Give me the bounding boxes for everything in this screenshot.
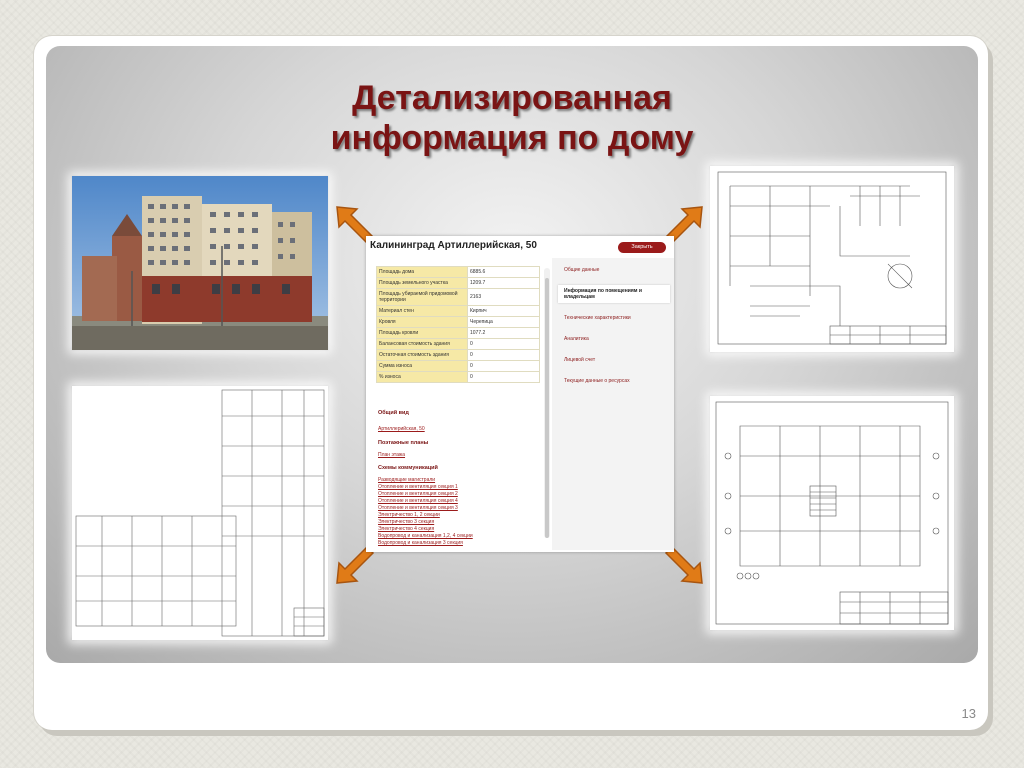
table-row: Кровля Черепица (376, 316, 540, 328)
blueprint-top-right (710, 166, 954, 352)
nav-item-rooms-owners[interactable]: Информация по помещениям и владельцам (558, 285, 670, 303)
content-scrollbar[interactable] (544, 268, 550, 538)
table-row: Площадь земельного участка 1209.7 (376, 277, 540, 289)
communications-link[interactable]: Водопровод и канализация 3 секция (378, 540, 463, 546)
communications-link[interactable]: Отопление и вентиляция секция 3 (378, 505, 458, 511)
general-view-heading: Общий вид (378, 410, 409, 416)
nav-item-general[interactable]: Общие данные (558, 264, 670, 276)
scrollbar-thumb[interactable] (545, 278, 549, 538)
nav-item-account[interactable]: Лицевой счет (558, 354, 670, 366)
general-view-link[interactable]: Артиллерийская, 50 (378, 426, 425, 432)
communications-link[interactable]: Электричество 1, 2 секции (378, 512, 440, 518)
communications-link[interactable]: Отопление и вентиляция секция 1 (378, 484, 458, 490)
communications-link[interactable]: Отопление и вентиляция секция 4 (378, 498, 458, 504)
table-row: % износа 0 (376, 371, 540, 383)
nav-item-analytics[interactable]: Аналитика (558, 333, 670, 345)
floor-plan-bottom-right (710, 396, 954, 630)
communications-link[interactable]: Отопление и вентиляция секция 2 (378, 491, 458, 497)
communications-link[interactable]: Водопровод и канализация 1,2, 4 секции (378, 533, 473, 539)
building-photo (72, 176, 328, 350)
table-row: Балансовая стоимость здания 0 (376, 338, 540, 350)
communications-heading: Схемы коммуникаций (378, 465, 438, 471)
properties-table: Площадь дома 6885.6 Площадь земельного уч… (376, 266, 540, 383)
close-button[interactable]: Закрыть (618, 242, 666, 253)
floor-plan-link[interactable]: План этажа (378, 452, 405, 458)
side-nav: Общие данные Информация по помещениям и … (558, 264, 670, 396)
house-info-window: Калининград Артиллерийская, 50 Закрыть П… (366, 236, 674, 552)
page-number: 13 (961, 706, 976, 721)
communications-link[interactable]: Электричество 3 секция (378, 519, 434, 525)
floor-plans-heading: Поэтажные планы (378, 440, 429, 446)
slide-title-line1: Детализированная (352, 79, 672, 117)
slide-title: Детализированная информация по дому (46, 78, 978, 158)
floor-plan-bottom-left (72, 386, 328, 640)
nav-item-resources[interactable]: Текущие данные о ресурсах (558, 375, 670, 387)
table-row: Площадь кровли 1077.2 (376, 327, 540, 339)
communications-link[interactable]: Электричество 4 секция (378, 526, 434, 532)
slide-title-line2: информация по дому (330, 119, 694, 157)
table-row: Сумма износа 0 (376, 360, 540, 372)
communications-link[interactable]: Разводящие магистрали (378, 477, 435, 483)
table-row: Остаточная стоимость здания 0 (376, 349, 540, 361)
table-row: Материал стен Кирпич (376, 305, 540, 317)
table-row: Площадь убираемой придомовой территории 2… (376, 288, 540, 306)
nav-item-technical[interactable]: Технические характеристики (558, 312, 670, 324)
table-row: Площадь дома 6885.6 (376, 266, 540, 278)
window-title: Калининград Артиллерийская, 50 (370, 240, 537, 251)
